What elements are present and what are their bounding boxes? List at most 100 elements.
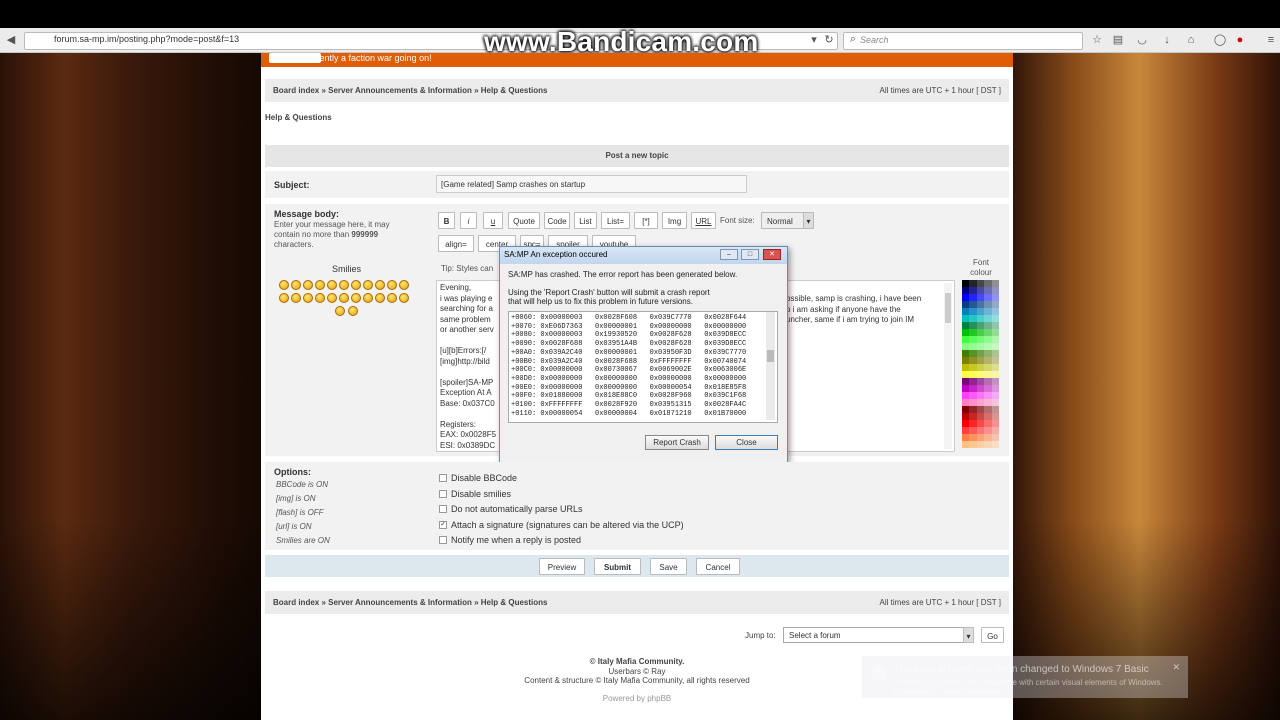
colour-swatch[interactable] [991,350,999,357]
smiley-icon[interactable] [291,280,301,290]
footer-breadcrumb-board-index[interactable]: Board index [273,598,319,607]
format-button[interactable]: u [483,212,503,229]
colour-swatch[interactable] [991,392,999,399]
colour-swatch[interactable] [969,385,977,392]
smiley-icon[interactable] [348,306,358,316]
colour-swatch[interactable] [976,357,985,364]
colour-swatch[interactable] [962,399,970,406]
smiley-icon[interactable] [339,280,349,290]
colour-swatch[interactable] [984,308,992,315]
colour-swatch[interactable] [991,434,999,441]
minimize-icon[interactable]: – [720,249,738,260]
colour-swatch[interactable] [969,434,977,441]
jump-select[interactable]: Select a forum [783,627,974,643]
smiley-icon[interactable] [291,293,301,303]
colour-swatch[interactable] [976,378,985,385]
smiley-icon[interactable] [363,293,373,303]
smiley-icon[interactable] [375,293,385,303]
colour-swatch[interactable] [969,343,977,350]
colour-swatch[interactable] [962,350,970,357]
smiley-icon[interactable] [315,280,325,290]
colour-swatch[interactable] [962,392,970,399]
maximize-icon[interactable]: □ [741,249,759,260]
colour-swatch[interactable] [962,301,970,308]
format-button[interactable]: align= [438,235,474,252]
colour-swatch[interactable] [984,413,992,420]
smiley-icon[interactable] [351,293,361,303]
colour-swatch[interactable] [976,315,985,322]
windows-notification[interactable]: The color scheme has been changed to Win… [862,656,1188,698]
colour-swatch[interactable] [969,441,977,448]
colour-swatch[interactable] [984,357,992,364]
colour-swatch[interactable] [969,371,977,378]
close-button[interactable]: Close [715,435,778,450]
smiley-icon[interactable] [335,306,345,316]
colour-swatch[interactable] [962,406,970,413]
colour-swatch[interactable] [976,413,985,420]
colour-swatch[interactable] [976,322,985,329]
colour-swatch[interactable] [976,336,985,343]
colour-swatch[interactable] [969,413,977,420]
go-button[interactable]: Go [981,627,1004,643]
smiley-icon[interactable] [399,280,409,290]
smiley-icon[interactable] [363,280,373,290]
colour-swatch[interactable] [962,371,970,378]
smiley-icon[interactable] [303,293,313,303]
colour-swatch[interactable] [984,406,992,413]
colour-swatch[interactable] [969,392,977,399]
colour-swatch[interactable] [984,315,992,322]
colour-swatch[interactable] [969,329,977,336]
chevron-down-icon[interactable]: ▾ [803,212,814,229]
colour-swatch[interactable] [984,329,992,336]
colour-swatch[interactable] [976,280,985,287]
option-label[interactable]: Do not automatically parse URLs [451,504,583,514]
colour-swatch[interactable] [991,322,999,329]
colour-swatch[interactable] [976,385,985,392]
colour-swatch[interactable] [962,322,970,329]
colour-swatch[interactable] [991,294,999,301]
crash-dump-box[interactable]: +0060: 0x00000003 0x0028F608 0x039C7770 … [508,311,778,423]
format-button[interactable]: Code [544,212,570,229]
colour-swatch[interactable] [969,406,977,413]
colour-swatch[interactable] [984,420,992,427]
colour-swatch[interactable] [984,322,992,329]
colour-swatch[interactable] [969,420,977,427]
option-label[interactable]: Attach a signature (signatures can be al… [451,520,684,530]
colour-swatch[interactable] [962,378,970,385]
smiley-icon[interactable] [327,293,337,303]
colour-swatch[interactable] [969,280,977,287]
colour-swatch[interactable] [969,399,977,406]
smiley-icon[interactable] [387,293,397,303]
option-label[interactable]: Notify me when a reply is posted [451,535,581,545]
colour-swatch[interactable] [991,413,999,420]
colour-swatch[interactable] [969,378,977,385]
colour-swatch[interactable] [969,364,977,371]
colour-swatch[interactable] [991,357,999,364]
colour-swatch[interactable] [962,308,970,315]
breadcrumb-help[interactable]: Help & Questions [481,86,548,95]
colour-swatch[interactable] [984,343,992,350]
colour-swatch[interactable] [962,329,970,336]
colour-swatch[interactable] [984,280,992,287]
colour-swatch[interactable] [962,420,970,427]
colour-swatch[interactable] [976,406,985,413]
colour-swatch[interactable] [991,280,999,287]
format-button[interactable]: [*] [634,212,658,229]
option-checkbox[interactable] [439,489,447,498]
download-icon[interactable]: ↓ [1160,33,1174,47]
smiley-icon[interactable] [387,280,397,290]
format-button[interactable]: Img [662,212,687,229]
colour-swatch[interactable] [962,343,970,350]
format-button[interactable]: Quote [508,212,540,229]
smiley-icon[interactable] [351,280,361,290]
colour-swatch[interactable] [962,385,970,392]
colour-swatch[interactable] [991,399,999,406]
colour-swatch[interactable] [984,434,992,441]
close-icon[interactable]: ✕ [763,249,781,260]
colour-swatch[interactable] [962,364,970,371]
font-colour-palette[interactable] [962,280,999,450]
smiley-icon[interactable] [279,280,289,290]
colour-swatch[interactable] [962,427,970,434]
colour-swatch[interactable] [962,357,970,364]
bookmark-star-icon[interactable]: ☆ [1090,33,1104,47]
